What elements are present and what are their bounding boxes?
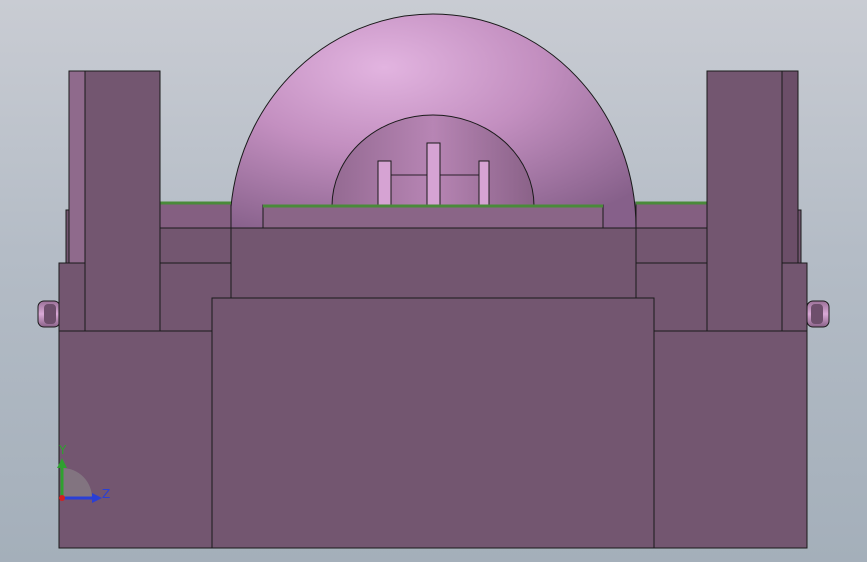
right-side-step[interactable] xyxy=(635,227,708,264)
left-column-side-face[interactable] xyxy=(68,70,86,264)
cad-model-front-view[interactable] xyxy=(0,0,867,562)
left-column-tab xyxy=(65,209,70,264)
left-column[interactable] xyxy=(84,70,161,332)
center-front-block[interactable] xyxy=(211,297,655,549)
right-column-side-face[interactable] xyxy=(781,70,799,264)
right-rail[interactable] xyxy=(635,201,708,229)
guide-pin-left[interactable] xyxy=(377,160,392,207)
x-axis-dot xyxy=(59,495,65,501)
y-axis-label: Y xyxy=(58,443,67,457)
guide-pin-right[interactable] xyxy=(478,160,490,207)
left-side-step[interactable] xyxy=(159,227,233,264)
left-rail[interactable] xyxy=(159,201,232,229)
coordinate-triad: Y Z xyxy=(57,443,110,503)
left-roller[interactable] xyxy=(37,300,61,328)
cad-viewport[interactable]: Y Z xyxy=(0,0,867,562)
right-roller[interactable] xyxy=(806,300,830,328)
right-column-tab xyxy=(797,209,802,264)
center-plate[interactable] xyxy=(262,204,604,229)
guide-pin-center[interactable] xyxy=(426,142,441,207)
triad-quadrant xyxy=(62,468,92,498)
z-axis-label: Z xyxy=(102,487,110,501)
right-column[interactable] xyxy=(706,70,783,332)
center-upper-block[interactable] xyxy=(230,227,637,299)
